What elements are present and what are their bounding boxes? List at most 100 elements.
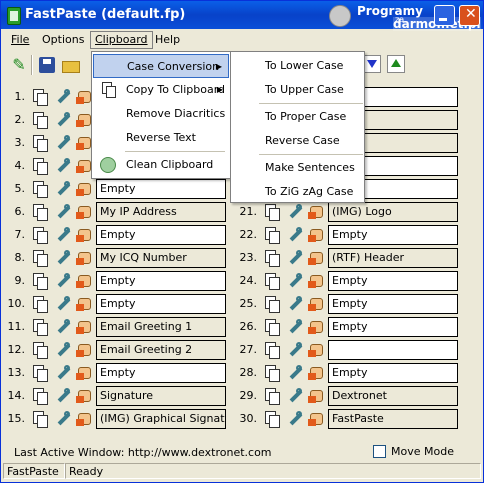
- copy-slot-icon[interactable]: [31, 134, 48, 152]
- edit-slot-icon[interactable]: [286, 272, 303, 289]
- paste-slot-icon[interactable]: [308, 226, 325, 243]
- edit-slot-icon[interactable]: [54, 249, 71, 266]
- slot-field[interactable]: Empty: [96, 225, 226, 245]
- copy-slot-icon[interactable]: [31, 203, 48, 221]
- paste-slot-icon[interactable]: [76, 410, 93, 427]
- slot-field[interactable]: Empty: [328, 271, 458, 291]
- slot-field[interactable]: Email Greeting 2: [96, 340, 226, 360]
- paste-slot-icon[interactable]: [308, 249, 325, 266]
- edit-slot-icon[interactable]: [54, 111, 71, 128]
- edit-slot-icon[interactable]: [54, 272, 71, 289]
- slot-field[interactable]: FastPaste: [328, 409, 458, 429]
- copy-slot-icon[interactable]: [31, 341, 48, 359]
- slot-field[interactable]: (IMG) Logo: [328, 202, 458, 222]
- edit-slot-icon[interactable]: [286, 226, 303, 243]
- copy-slot-icon[interactable]: [31, 387, 48, 405]
- paste-slot-icon[interactable]: [308, 272, 325, 289]
- edit-slot-icon[interactable]: [286, 364, 303, 381]
- slot-field[interactable]: My IP Address: [96, 202, 226, 222]
- copy-slot-icon[interactable]: [31, 410, 48, 428]
- copy-slot-icon[interactable]: [31, 111, 48, 129]
- copy-slot-icon[interactable]: [263, 387, 280, 405]
- slot-field[interactable]: Empty: [96, 271, 226, 291]
- slot-field[interactable]: Signature: [96, 386, 226, 406]
- copy-slot-icon[interactable]: [263, 272, 280, 290]
- copy-slot-icon[interactable]: [263, 295, 280, 313]
- menu-options[interactable]: Options: [38, 32, 88, 48]
- paste-slot-icon[interactable]: [308, 410, 325, 427]
- menu-clipboard[interactable]: Clipboard: [90, 31, 153, 49]
- paste-slot-icon[interactable]: [76, 226, 93, 243]
- copy-slot-icon[interactable]: [31, 88, 48, 106]
- copy-slot-icon[interactable]: [263, 203, 280, 221]
- menu-item-clean-clipboard[interactable]: Clean Clipboard: [93, 153, 229, 177]
- submenu-make-sentences[interactable]: Make Sentences: [265, 160, 355, 176]
- edit-slot-icon[interactable]: [54, 341, 71, 358]
- copy-slot-icon[interactable]: [31, 226, 48, 244]
- submenu-zigzag-case[interactable]: To ZiG zAg Case: [265, 184, 353, 200]
- paste-slot-icon[interactable]: [76, 318, 93, 335]
- slot-field[interactable]: My ICQ Number: [96, 248, 226, 268]
- edit-slot-icon[interactable]: [286, 249, 303, 266]
- paste-slot-icon[interactable]: [308, 341, 325, 358]
- slot-field[interactable]: Empty: [96, 294, 226, 314]
- slot-field[interactable]: Empty: [328, 294, 458, 314]
- slot-field[interactable]: Empty: [96, 179, 226, 199]
- slot-field[interactable]: Email Greeting 1: [96, 317, 226, 337]
- edit-slot-icon[interactable]: [54, 364, 71, 381]
- save-icon[interactable]: [37, 55, 57, 75]
- move-mode-checkbox[interactable]: [373, 445, 386, 458]
- copy-slot-icon[interactable]: [263, 341, 280, 359]
- paste-slot-icon[interactable]: [308, 318, 325, 335]
- menu-item-reverse-text[interactable]: Reverse Text: [93, 126, 229, 150]
- copy-slot-icon[interactable]: [31, 272, 48, 290]
- copy-slot-icon[interactable]: [31, 180, 48, 198]
- edit-slot-icon[interactable]: [54, 410, 71, 427]
- minimize-button[interactable]: [434, 5, 455, 26]
- slot-field[interactable]: (IMG) Graphical Signature: [96, 409, 226, 429]
- move-down-icon[interactable]: [363, 55, 381, 73]
- paste-slot-icon[interactable]: [76, 364, 93, 381]
- edit-slot-icon[interactable]: [54, 203, 71, 220]
- submenu-to-proper-case[interactable]: To Proper Case: [265, 109, 346, 125]
- edit-slot-icon[interactable]: [286, 341, 303, 358]
- paste-slot-icon[interactable]: [76, 272, 93, 289]
- paste-slot-icon[interactable]: [308, 295, 325, 312]
- paste-slot-icon[interactable]: [76, 341, 93, 358]
- copy-slot-icon[interactable]: [263, 318, 280, 336]
- paste-slot-icon[interactable]: [308, 387, 325, 404]
- title-bar[interactable]: FastPaste (default.fp) Programy za darmo…: [1, 1, 483, 31]
- slot-field[interactable]: Empty: [328, 317, 458, 337]
- edit-slot-icon[interactable]: [54, 157, 71, 174]
- slot-field[interactable]: (RTF) Header: [328, 248, 458, 268]
- menu-item-remove-diacritics[interactable]: Remove Diacritics: [93, 102, 229, 126]
- menu-item-copy-to-clipboard[interactable]: Copy To Clipboard ▶: [93, 78, 229, 102]
- copy-slot-icon[interactable]: [263, 226, 280, 244]
- paste-slot-icon[interactable]: [308, 203, 325, 220]
- paste-slot-icon[interactable]: [76, 203, 93, 220]
- copy-slot-icon[interactable]: [263, 364, 280, 382]
- copy-slot-icon[interactable]: [31, 295, 48, 313]
- edit-slot-icon[interactable]: [286, 295, 303, 312]
- pin-icon[interactable]: ✎: [9, 55, 29, 75]
- menu-item-case-conversion[interactable]: Case Conversion ▶: [93, 54, 229, 78]
- copy-slot-icon[interactable]: [31, 364, 48, 382]
- edit-slot-icon[interactable]: [54, 226, 71, 243]
- edit-slot-icon[interactable]: [286, 318, 303, 335]
- slot-field[interactable]: Empty: [328, 363, 458, 383]
- close-button[interactable]: ✕: [459, 5, 480, 26]
- edit-slot-icon[interactable]: [54, 134, 71, 151]
- edit-slot-icon[interactable]: [286, 387, 303, 404]
- slot-field[interactable]: Dextronet: [328, 386, 458, 406]
- move-up-icon[interactable]: [387, 55, 405, 73]
- edit-slot-icon[interactable]: [286, 203, 303, 220]
- copy-slot-icon[interactable]: [31, 249, 48, 267]
- slot-field[interactable]: Empty: [328, 225, 458, 245]
- open-folder-icon[interactable]: [61, 55, 81, 75]
- paste-slot-icon[interactable]: [76, 249, 93, 266]
- slot-field[interactable]: Empty: [96, 363, 226, 383]
- submenu-to-upper-case[interactable]: To Upper Case: [265, 82, 344, 98]
- copy-slot-icon[interactable]: [263, 410, 280, 428]
- paste-slot-icon[interactable]: [76, 295, 93, 312]
- paste-slot-icon[interactable]: [76, 387, 93, 404]
